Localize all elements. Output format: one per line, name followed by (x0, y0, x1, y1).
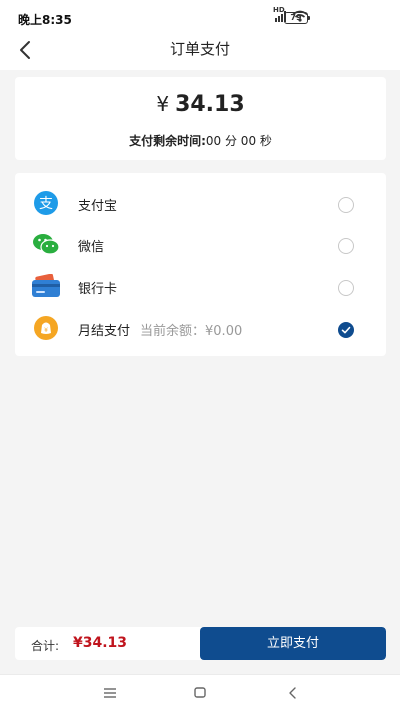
order-amount: ¥34.13 (15, 92, 386, 117)
radio-button[interactable] (338, 280, 354, 296)
method-label: 月结支付 当前余额：¥0.00 (78, 320, 242, 339)
pay-now-button[interactable]: 立即支付 (200, 627, 386, 660)
total-label: 合计: (31, 639, 60, 653)
wechat-icon (33, 234, 60, 255)
battery-icon: 79 (284, 12, 310, 24)
radio-button[interactable] (338, 238, 354, 254)
method-label: 微信 (78, 240, 105, 255)
total-value: ¥34.13 (73, 635, 128, 651)
monthly-pay-icon: ¥ (34, 316, 58, 340)
status-bar: 晚上8:35 HD 79 (0, 0, 400, 34)
bank-card-icon (32, 274, 60, 297)
system-nav-bar (0, 674, 400, 712)
method-label: 银行卡 (78, 282, 118, 297)
method-name: 月结支付 (78, 324, 131, 339)
balance-text: 当前余额：¥0.00 (140, 324, 243, 339)
countdown-label: 支付剩余时间: (129, 134, 206, 148)
amount-card: ¥34.13 支付剩余时间:00 分 00 秒 (15, 77, 386, 160)
home-icon[interactable] (190, 684, 210, 702)
checkout-bar: 合计: ¥34.13 立即支付 (15, 627, 386, 660)
method-label: 支付宝 (78, 199, 118, 214)
page-title: 订单支付 (169, 40, 230, 58)
svg-text:¥: ¥ (44, 327, 48, 334)
svg-text:支: 支 (39, 196, 53, 212)
payment-method-alipay[interactable]: 支 支付宝 (15, 182, 386, 224)
radio-button[interactable] (338, 197, 354, 213)
back-icon[interactable] (283, 684, 303, 702)
check-icon (341, 326, 351, 334)
status-time: 晚上8:35 (18, 13, 72, 27)
amount-value: 34.13 (175, 92, 245, 117)
alipay-icon: 支 (34, 191, 58, 215)
payment-method-bank-card[interactable]: 银行卡 (15, 265, 386, 307)
currency-symbol: ¥ (156, 92, 170, 116)
radio-button-checked[interactable] (338, 322, 354, 338)
payment-methods-card: 支 支付宝 微信 银行卡 ¥ 月结支付 当前余额：¥0.00 (15, 173, 386, 356)
payment-method-wechat[interactable]: 微信 (15, 223, 386, 265)
payment-method-monthly[interactable]: ¥ 月结支付 当前余额：¥0.00 (15, 307, 386, 349)
countdown-value: 00 分 00 秒 (205, 134, 272, 148)
menu-icon[interactable] (100, 684, 120, 702)
payment-countdown: 支付剩余时间:00 分 00 秒 (15, 132, 386, 149)
header: 订单支付 (0, 34, 400, 70)
